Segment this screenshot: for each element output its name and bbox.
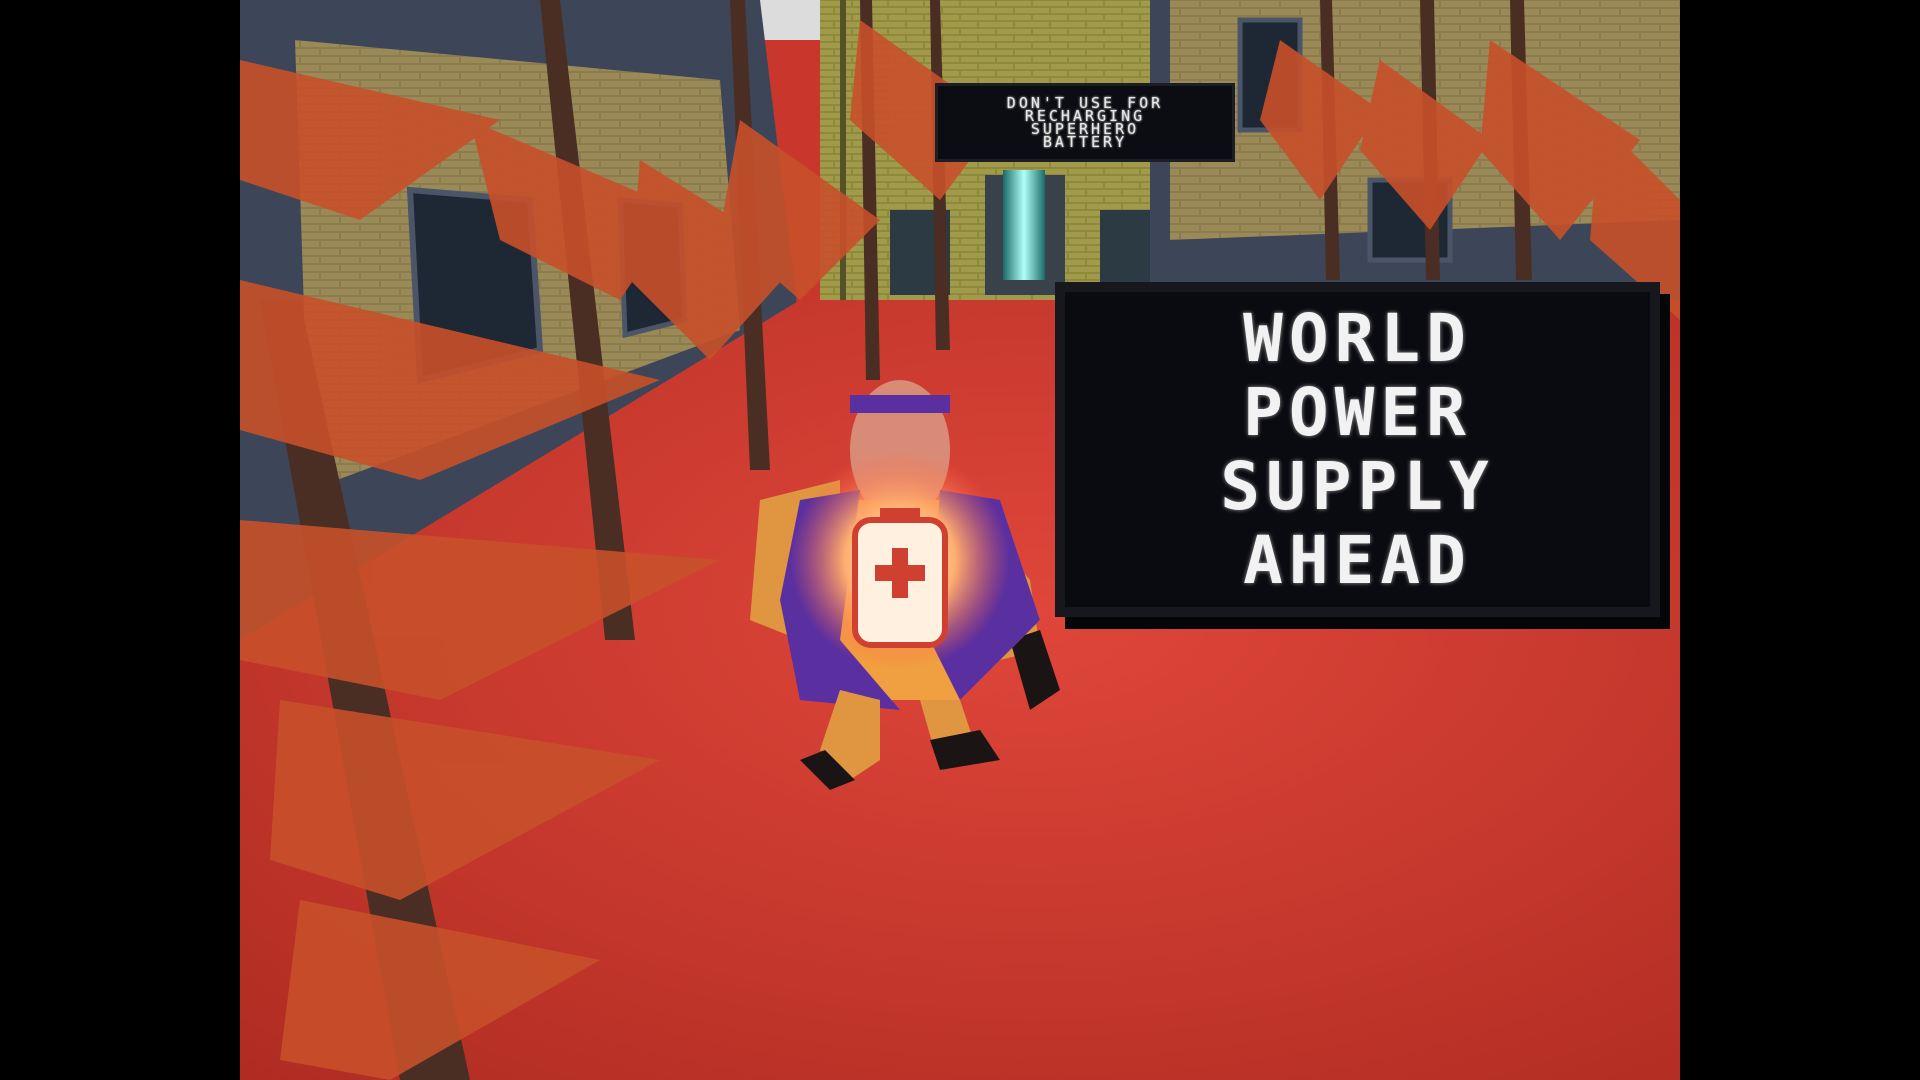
warning-sign-line: BATTERY	[1042, 132, 1128, 151]
battery-plus-horizontal	[875, 565, 925, 581]
big-sign-line: AHEAD	[1243, 521, 1472, 599]
charging-tube	[1003, 170, 1045, 280]
big-sign-line: SUPPLY	[1220, 447, 1495, 525]
world-power-supply-sign: WORLD POWER SUPPLY AHEAD	[1055, 282, 1660, 617]
big-sign-line: WORLD	[1243, 299, 1472, 377]
big-sign-line: POWER	[1243, 373, 1472, 451]
warning-sign: DON'T USE FOR RECHARGING SUPERHERO BATTE…	[935, 83, 1235, 162]
hero-headband	[850, 395, 950, 413]
battery-terminal	[880, 508, 920, 522]
game-viewport[interactable]: DON'T USE FOR RECHARGING SUPERHERO BATTE…	[240, 0, 1680, 1080]
